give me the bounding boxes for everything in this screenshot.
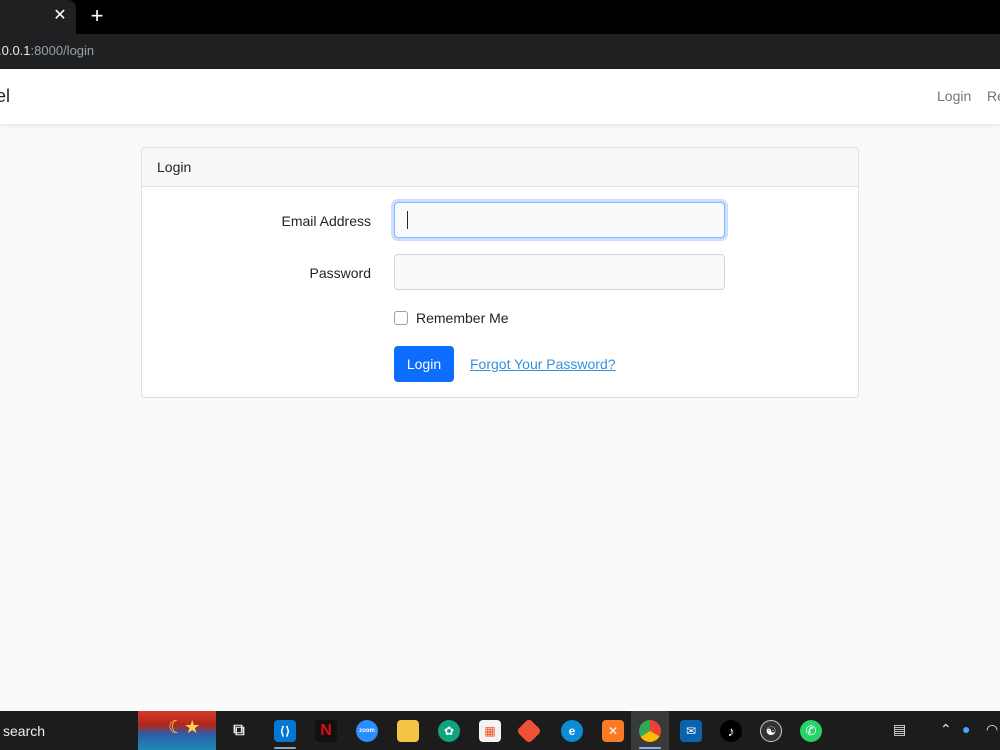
wifi-icon[interactable]: ◠: [986, 721, 998, 738]
remember-checkbox[interactable]: [394, 311, 408, 325]
file-explorer-icon[interactable]: [397, 720, 419, 742]
git-icon[interactable]: [516, 718, 542, 744]
taskbar: search ☾★ ⧉ ⟨⟩ N zoom ✿ ▦ e ✕ ✉ ♪ ☯ ✆ ▤ …: [0, 711, 1000, 750]
taskbar-search[interactable]: search: [0, 711, 138, 750]
browser-tab-bar: ✕ +: [0, 0, 1000, 34]
chatgpt-icon[interactable]: ✿: [438, 720, 460, 742]
chevron-up-icon[interactable]: ⌃: [940, 721, 952, 738]
login-card: Login Email Address Password Remember Me…: [141, 147, 859, 398]
password-label: Password: [309, 265, 371, 281]
mail-icon[interactable]: ✉: [680, 720, 702, 742]
password-input[interactable]: [394, 254, 725, 290]
microsoft-store-icon[interactable]: ▦: [479, 720, 501, 742]
news-widget-icon[interactable]: ▤: [893, 721, 906, 738]
email-input[interactable]: [394, 202, 725, 238]
search-highlight-image[interactable]: ☾★: [138, 711, 216, 750]
chrome-icon[interactable]: [639, 720, 661, 742]
active-indicator: [639, 747, 661, 749]
remember-label[interactable]: Remember Me: [416, 310, 509, 326]
browser-tab[interactable]: ✕: [0, 0, 76, 34]
nav-login-link[interactable]: Login: [937, 88, 971, 104]
zoom-icon[interactable]: zoom: [356, 720, 378, 742]
cloud-status-icon[interactable]: ●: [962, 721, 970, 737]
xampp-icon[interactable]: ✕: [602, 720, 624, 742]
github-icon[interactable]: ☯: [760, 720, 782, 742]
nav-register-link[interactable]: Re: [987, 88, 1000, 104]
netflix-icon[interactable]: N: [315, 720, 337, 742]
brand-name[interactable]: el: [0, 86, 10, 107]
task-view-icon[interactable]: ⧉: [228, 720, 250, 742]
forgot-password-link[interactable]: Forgot Your Password?: [470, 356, 616, 372]
new-tab-button[interactable]: +: [86, 5, 108, 27]
moon-star-icon: ☾★: [168, 717, 201, 737]
close-tab-icon[interactable]: ✕: [52, 7, 68, 25]
search-label: search: [3, 723, 46, 739]
url-text[interactable]: .0.0.1:8000/login: [0, 43, 94, 58]
running-indicator: [274, 747, 296, 749]
tiktok-icon[interactable]: ♪: [720, 720, 742, 742]
whatsapp-icon[interactable]: ✆: [800, 720, 822, 742]
remember-me[interactable]: Remember Me: [394, 309, 509, 327]
url-host: .0.0.1: [0, 43, 31, 58]
edge-icon[interactable]: e: [561, 720, 583, 742]
text-caret: [407, 211, 408, 229]
vscode-icon[interactable]: ⟨⟩: [274, 720, 296, 742]
login-button[interactable]: Login: [394, 346, 454, 382]
email-label: Email Address: [281, 213, 371, 229]
url-path: :8000/login: [30, 43, 95, 58]
card-header: Login: [142, 148, 858, 187]
address-bar[interactable]: .0.0.1:8000/login: [0, 34, 1000, 69]
site-navbar: el Login Re: [0, 69, 1000, 124]
